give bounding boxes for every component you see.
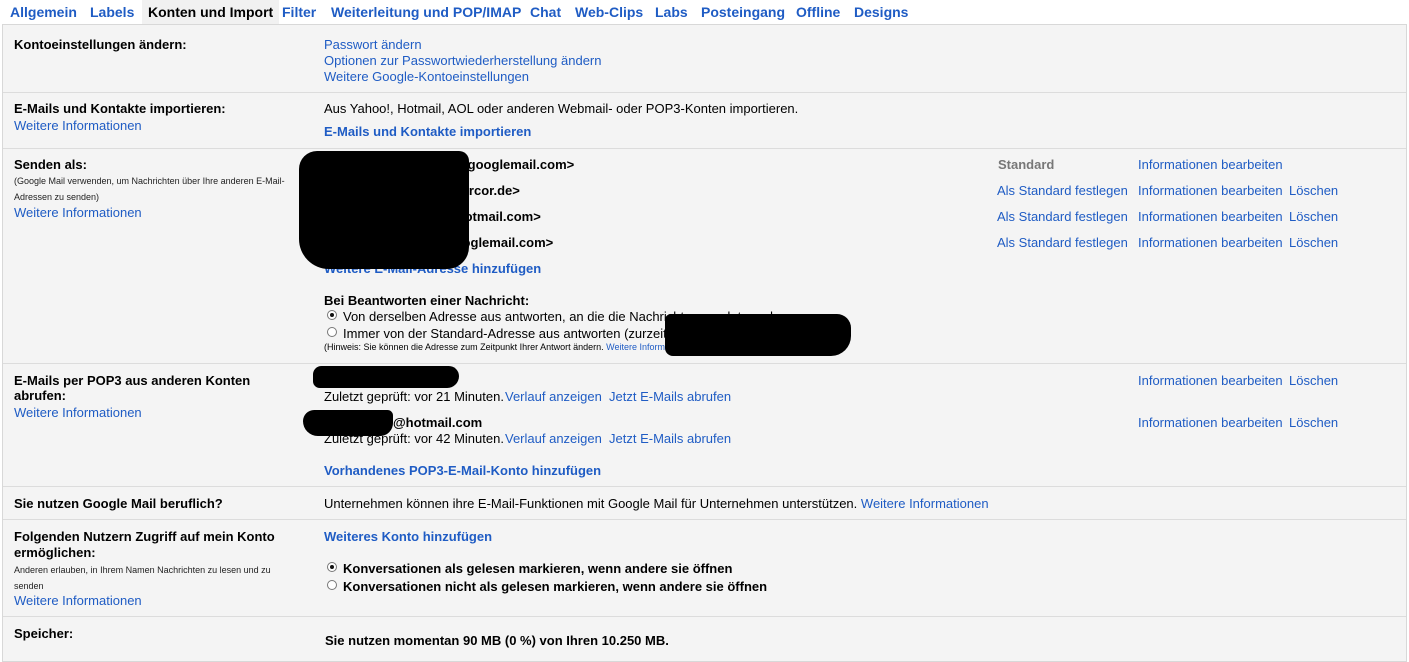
pop3-label: E-Mails per POP3 aus anderen Konten abru… <box>14 373 251 403</box>
import-mail-contacts-link[interactable]: E-Mails und Kontakte importieren <box>324 124 531 139</box>
edit-info-link-3[interactable]: Informationen bearbeiten <box>1138 209 1283 224</box>
make-default-link-2[interactable]: Als Standard festlegen <box>997 183 1128 198</box>
send-as-note: (Google Mail verwenden, um Nachrichten ü… <box>14 176 285 202</box>
pop3-account-1-delete-link[interactable]: Löschen <box>1289 373 1338 388</box>
reply-default-address-label: Immer von der Standard-Adresse aus antwo… <box>343 326 667 341</box>
default-status: Standard <box>998 157 1055 172</box>
business-label: Sie nutzen Google Mail beruflich? <box>14 496 223 511</box>
tab-labs[interactable]: Labs <box>655 0 688 24</box>
business-more-info-link[interactable]: Weitere Informationen <box>861 496 989 511</box>
business-text: Unternehmen können ihre E-Mail-Funktione… <box>324 496 989 511</box>
redaction-mark <box>299 151 469 269</box>
account-settings-row: Kontoeinstellungen ändern: Passwort ände… <box>3 25 1406 93</box>
send-as-label: Senden als: <box>14 157 87 172</box>
pop3-label-line1: E-Mails per POP3 aus anderen Konten abru… <box>14 373 274 403</box>
mark-read-radio[interactable] <box>327 562 337 572</box>
tab-designs[interactable]: Designs <box>854 0 908 24</box>
send-as-more-info-link[interactable]: Weitere Informationen <box>14 205 142 220</box>
tab-filter[interactable]: Filter <box>282 0 316 24</box>
tab-konten-und-import[interactable]: Konten und Import <box>142 0 280 24</box>
pop3-account-2-edit-link[interactable]: Informationen bearbeiten <box>1138 415 1283 430</box>
pop3-account-1-fetch-link[interactable]: Jetzt E-Mails abrufen <box>609 389 731 404</box>
pop3-account-1-status: Zuletzt geprüft: vor 21 Minuten. <box>324 389 504 404</box>
mark-unread-label: Konversationen nicht als gelesen markier… <box>343 579 768 594</box>
mark-unread-radio[interactable] <box>327 580 337 590</box>
storage-label: Speicher: <box>14 626 74 641</box>
add-delegate-account-link[interactable]: Weiteres Konto hinzufügen <box>324 529 492 544</box>
add-pop3-account-link[interactable]: Vorhandenes POP3-E-Mail-Konto hinzufügen <box>324 463 601 478</box>
import-more-info-link[interactable]: Weitere Informationen <box>14 118 142 133</box>
tab-weiterleitung[interactable]: Weiterleitung und POP/IMAP <box>331 0 521 24</box>
pop3-account-2-history-link[interactable]: Verlauf anzeigen <box>505 431 602 446</box>
redaction-mark <box>303 410 393 436</box>
delete-link-2[interactable]: Löschen <box>1289 183 1338 198</box>
redaction-mark <box>665 314 851 356</box>
tab-web-clips[interactable]: Web-Clips <box>575 0 643 24</box>
mark-read-label: Konversationen als gelesen markieren, we… <box>343 561 733 576</box>
redaction-mark <box>313 366 459 388</box>
send-as-row: Senden als: (Google Mail verwenden, um N… <box>3 149 1406 364</box>
business-row: Sie nutzen Google Mail beruflich? Untern… <box>3 487 1406 520</box>
delegation-row: Folgenden Nutzern Zugriff auf mein Konto… <box>3 520 1406 617</box>
pop3-row: E-Mails per POP3 aus anderen Konten abru… <box>3 364 1406 487</box>
password-recovery-link[interactable]: Optionen zur Passwortwiederherstellung ä… <box>324 53 602 68</box>
reply-same-address-radio[interactable] <box>327 310 337 320</box>
delegation-label: Folgenden Nutzern Zugriff auf mein Konto… <box>14 529 275 560</box>
delete-link-4[interactable]: Löschen <box>1289 235 1338 250</box>
pop3-account-2-email: @hotmail.com <box>393 415 483 430</box>
import-label: E-Mails und Kontakte importieren: <box>14 101 226 116</box>
edit-info-link-2[interactable]: Informationen bearbeiten <box>1138 183 1283 198</box>
account-settings-label: Kontoeinstellungen ändern: <box>14 37 187 52</box>
google-account-settings-link[interactable]: Weitere Google-Kontoeinstellungen <box>324 69 529 84</box>
edit-info-link-1[interactable]: Informationen bearbeiten <box>1138 157 1283 172</box>
change-password-link[interactable]: Passwort ändern <box>324 37 422 52</box>
reply-default-address-radio[interactable] <box>327 327 337 337</box>
storage-row: Speicher: Sie nutzen momentan 90 MB (0 %… <box>3 617 1406 660</box>
pop3-account-1-edit-link[interactable]: Informationen bearbeiten <box>1138 373 1283 388</box>
delete-link-3[interactable]: Löschen <box>1289 209 1338 224</box>
make-default-link-4[interactable]: Als Standard festlegen <box>997 235 1128 250</box>
delegation-note: Anderen erlauben, in Ihrem Namen Nachric… <box>14 565 271 591</box>
business-description: Unternehmen können ihre E-Mail-Funktione… <box>324 496 858 511</box>
reply-hint: (Hinweis: Sie können die Adresse zum Zei… <box>324 342 695 352</box>
tab-offline[interactable]: Offline <box>796 0 840 24</box>
pop3-account-2-fetch-link[interactable]: Jetzt E-Mails abrufen <box>609 431 731 446</box>
reply-label: Bei Beantworten einer Nachricht: <box>324 293 530 308</box>
reply-hint-text: (Hinweis: Sie können die Adresse zum Zei… <box>324 342 604 352</box>
make-default-link-3[interactable]: Als Standard festlegen <box>997 209 1128 224</box>
pop3-more-info-link[interactable]: Weitere Informationen <box>14 405 142 420</box>
settings-tabs: Allgemein Labels Konten und Import Filte… <box>0 0 1409 24</box>
delegation-more-info-link[interactable]: Weitere Informationen <box>14 593 142 608</box>
import-description: Aus Yahoo!, Hotmail, AOL oder anderen We… <box>324 101 799 116</box>
tab-posteingang[interactable]: Posteingang <box>701 0 785 24</box>
tab-labels[interactable]: Labels <box>90 0 134 24</box>
edit-info-link-4[interactable]: Informationen bearbeiten <box>1138 235 1283 250</box>
pop3-account-1-history-link[interactable]: Verlauf anzeigen <box>505 389 602 404</box>
tab-allgemein[interactable]: Allgemein <box>10 0 77 24</box>
settings-panel: Kontoeinstellungen ändern: Passwort ände… <box>2 24 1407 662</box>
storage-usage-text: Sie nutzen momentan 90 MB (0 %) von Ihre… <box>325 633 669 648</box>
pop3-account-2-delete-link[interactable]: Löschen <box>1289 415 1338 430</box>
send-as-address-1: @googlemail.com> <box>455 157 575 172</box>
tab-chat[interactable]: Chat <box>530 0 561 24</box>
import-row: E-Mails und Kontakte importieren: Weiter… <box>3 93 1406 149</box>
